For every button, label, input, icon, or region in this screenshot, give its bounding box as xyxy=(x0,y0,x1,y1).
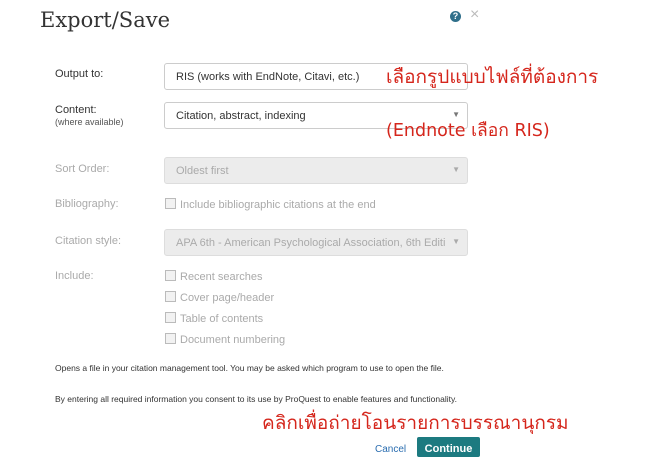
content-sublabel: (where available) xyxy=(55,117,124,127)
continue-button[interactable]: Continue xyxy=(417,437,480,457)
checkbox-icon xyxy=(165,270,176,281)
output-to-value: RIS (works with EndNote, Citavi, etc.) xyxy=(176,71,360,83)
dialog-title: Export/Save xyxy=(40,8,171,32)
annotation-select-format: เลือกรูปแบบไฟล์ที่ต้องการ xyxy=(386,66,599,88)
chevron-down-icon: ▼ xyxy=(452,237,460,246)
citation-style-select[interactable]: APA 6th - American Psychological Associa… xyxy=(164,229,468,256)
annotation-endnote-hint: (Endnote เลือก RIS) xyxy=(386,121,550,141)
help-icon[interactable]: ? xyxy=(450,11,461,22)
include-option-table-of-contents[interactable]: Table of contents xyxy=(165,312,263,325)
sort-order-value: Oldest first xyxy=(176,165,229,177)
consent-note: By entering all required information you… xyxy=(55,394,457,404)
close-icon[interactable]: × xyxy=(470,6,479,24)
citation-style-value: APA 6th - American Psychological Associa… xyxy=(176,237,446,249)
content-value: Citation, abstract, indexing xyxy=(176,110,306,122)
content-label: Content: (where available) xyxy=(55,104,124,127)
sort-order-select[interactable]: Oldest first ▼ xyxy=(164,157,468,184)
checkbox-icon xyxy=(165,198,176,209)
bibliography-label: Bibliography: xyxy=(55,198,119,210)
bibliography-option-label: Include bibliographic citations at the e… xyxy=(180,199,376,211)
checkbox-icon xyxy=(165,312,176,323)
open-file-note: Opens a file in your citation management… xyxy=(55,363,444,373)
include-option-recent-searches[interactable]: Recent searches xyxy=(165,270,263,283)
chevron-down-icon: ▼ xyxy=(452,165,460,174)
output-to-label: Output to: xyxy=(55,68,104,80)
content-label-text: Content: xyxy=(55,104,97,116)
include-option-label: Document numbering xyxy=(180,334,286,346)
annotation-click-transfer: คลิกเพื่อถ่ายโอนรายการบรรณานุกรม xyxy=(262,412,569,434)
checkbox-icon xyxy=(165,291,176,302)
cancel-link[interactable]: Cancel xyxy=(375,444,406,455)
checkbox-icon xyxy=(165,333,176,344)
include-option-cover-page[interactable]: Cover page/header xyxy=(165,291,274,304)
sort-order-label: Sort Order: xyxy=(55,163,110,175)
include-option-document-numbering[interactable]: Document numbering xyxy=(165,333,285,346)
include-option-label: Table of contents xyxy=(180,313,264,325)
bibliography-checkbox[interactable]: Include bibliographic citations at the e… xyxy=(165,198,376,211)
include-label: Include: xyxy=(55,270,94,282)
include-option-label: Recent searches xyxy=(180,271,263,283)
citation-style-label: Citation style: xyxy=(55,235,122,247)
include-option-label: Cover page/header xyxy=(180,292,275,304)
